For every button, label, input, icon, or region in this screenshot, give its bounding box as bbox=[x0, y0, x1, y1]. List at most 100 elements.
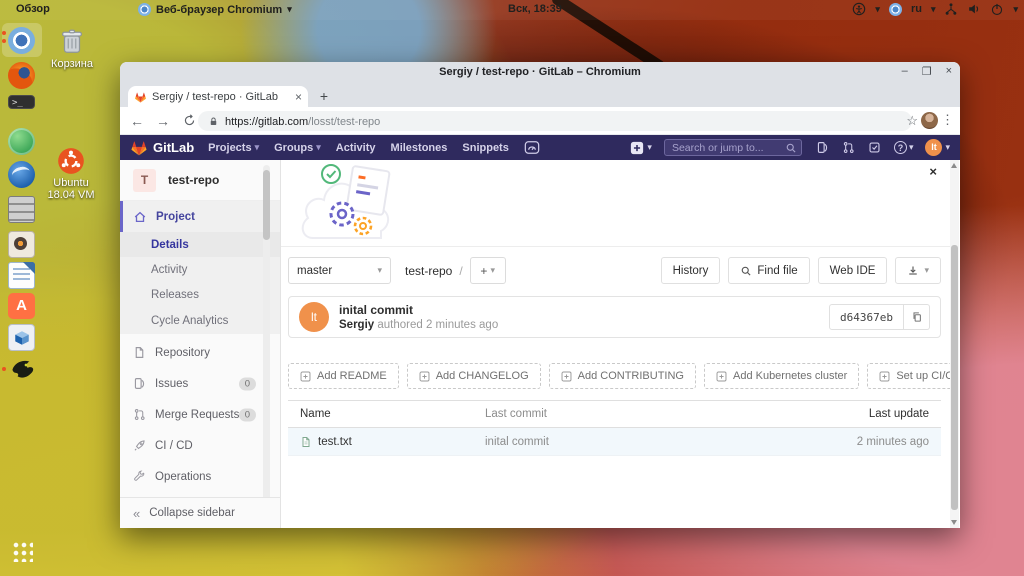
sidebar-project-header[interactable]: T test-repo bbox=[120, 160, 280, 201]
close-button[interactable]: × bbox=[946, 65, 952, 78]
dock-files-icon[interactable] bbox=[8, 196, 35, 223]
sidebar-item-releases[interactable]: Releases bbox=[120, 282, 280, 307]
breadcrumb-repo[interactable]: test-repo bbox=[405, 264, 452, 278]
trash-desktop-icon[interactable]: Корзина bbox=[40, 26, 104, 70]
file-last-commit-link[interactable]: inital commit bbox=[485, 436, 811, 448]
dock-fonts-icon[interactable]: A bbox=[8, 293, 35, 320]
sidebar-item-label: Issues bbox=[155, 378, 188, 390]
chevron-down-icon: ▾ bbox=[316, 143, 321, 152]
operations-dashboard-icon[interactable] bbox=[524, 140, 540, 155]
commit-author-avatar[interactable]: lt bbox=[299, 302, 329, 332]
commit-author-link[interactable]: Sergiy bbox=[339, 319, 374, 331]
activities-button[interactable]: Обзор bbox=[16, 3, 50, 15]
sidebar-item-operations[interactable]: Operations bbox=[120, 461, 280, 492]
collapse-sidebar-button[interactable]: « Collapse sidebar bbox=[120, 497, 281, 528]
download-icon bbox=[907, 265, 919, 277]
scroll-down-arrow[interactable] bbox=[951, 520, 957, 525]
add-file-dropdown[interactable]: + ▾ bbox=[470, 257, 506, 284]
issues-nav-icon[interactable] bbox=[816, 141, 829, 154]
dock-game-icon[interactable] bbox=[8, 356, 35, 383]
commit-title-link[interactable]: inital commit bbox=[339, 303, 498, 317]
url-path: /losst/test-repo bbox=[308, 116, 380, 128]
dock-cheese-icon[interactable] bbox=[8, 128, 35, 155]
add-readme-button[interactable]: Add README bbox=[288, 363, 399, 389]
browser-profile-avatar[interactable] bbox=[921, 112, 938, 129]
show-applications-button[interactable] bbox=[11, 540, 33, 562]
table-row[interactable]: test.txt inital commit 2 minutes ago bbox=[288, 428, 941, 456]
sidebar-item-cycle-analytics[interactable]: Cycle Analytics bbox=[120, 307, 280, 334]
search-input[interactable] bbox=[665, 140, 801, 155]
user-menu[interactable]: lt ▾ bbox=[925, 139, 950, 156]
sidebar-item-label: CI / CD bbox=[155, 440, 193, 452]
merge-requests-nav-icon[interactable] bbox=[842, 141, 855, 154]
dock-firefox-icon[interactable] bbox=[8, 62, 35, 89]
keyboard-layout-indicator[interactable]: ru bbox=[911, 3, 922, 15]
merge-request-icon bbox=[133, 408, 146, 421]
tab-close-icon[interactable]: × bbox=[295, 90, 302, 104]
copy-sha-button[interactable] bbox=[904, 304, 930, 330]
add-contributing-button[interactable]: Add CONTRIBUTING bbox=[549, 363, 696, 389]
dock-rhythmbox-icon[interactable] bbox=[8, 231, 35, 258]
browser-menu-icon[interactable]: ⋮ bbox=[941, 112, 954, 128]
find-file-button[interactable]: Find file bbox=[728, 257, 809, 284]
file-name-link[interactable]: test.txt bbox=[318, 436, 352, 448]
dock-chromium-icon[interactable] bbox=[8, 27, 35, 54]
gitlab-brand-text: GitLab bbox=[153, 140, 194, 155]
sidebar-item-ci-cd[interactable]: CI / CD bbox=[120, 430, 280, 461]
power-icon[interactable] bbox=[990, 2, 1004, 16]
dock-thunderbird-icon[interactable] bbox=[8, 161, 35, 188]
nav-snippets[interactable]: Snippets bbox=[462, 142, 508, 154]
clock[interactable]: Вск, 18:39 bbox=[508, 3, 562, 15]
gitlab-logo-link[interactable]: GitLab bbox=[130, 139, 194, 156]
sidebar-item-label: Project bbox=[156, 211, 195, 223]
sidebar-scrollbar[interactable] bbox=[263, 165, 270, 497]
sidebar-item-issues[interactable]: Issues 0 bbox=[120, 368, 280, 399]
add-changelog-button[interactable]: Add CHANGELOG bbox=[407, 363, 541, 389]
help-menu[interactable]: ? ▾ bbox=[894, 141, 914, 154]
app-menu[interactable]: Веб-браузер Chromium ▾ bbox=[138, 3, 292, 16]
scrollbar-thumb[interactable] bbox=[951, 245, 958, 510]
history-button[interactable]: History bbox=[661, 257, 721, 284]
help-icon: ? bbox=[894, 141, 907, 154]
sidebar-item-details[interactable]: Details bbox=[120, 232, 280, 257]
add-kubernetes-cluster-button[interactable]: Add Kubernetes cluster bbox=[704, 363, 859, 389]
devops-illustration bbox=[299, 162, 411, 242]
plus-square-icon bbox=[419, 371, 430, 382]
sidebar-item-activity[interactable]: Activity bbox=[120, 257, 280, 282]
web-ide-button[interactable]: Web IDE bbox=[818, 257, 888, 284]
back-button[interactable]: ← bbox=[124, 113, 150, 129]
browser-tab[interactable]: Sergiy / test-repo · GitLab × bbox=[128, 86, 308, 107]
network-icon[interactable] bbox=[944, 2, 958, 16]
set-up-ci-cd-button[interactable]: Set up CI/CD bbox=[867, 363, 951, 389]
accessibility-icon[interactable] bbox=[852, 2, 866, 16]
nav-milestones[interactable]: Milestones bbox=[391, 142, 448, 154]
page-scrollbar[interactable] bbox=[950, 160, 959, 528]
vm-desktop-icon[interactable]: Ubuntu 18.04 VM bbox=[39, 147, 103, 201]
scroll-up-arrow[interactable] bbox=[951, 163, 957, 168]
forward-button[interactable]: → bbox=[150, 113, 176, 129]
volume-icon[interactable] bbox=[967, 2, 981, 16]
sidebar-item-merge-requests[interactable]: Merge Requests 0 bbox=[120, 399, 280, 430]
url-bar[interactable]: https://gitlab.com/losst/test-repo bbox=[198, 111, 912, 131]
commit-sha[interactable]: d64367eb bbox=[829, 304, 904, 330]
new-menu-button[interactable]: ▾ bbox=[630, 141, 652, 155]
minimize-button[interactable]: – bbox=[902, 65, 908, 78]
dock-virtualbox-icon[interactable] bbox=[8, 324, 35, 351]
bookmark-star-icon[interactable]: ☆ bbox=[906, 113, 918, 129]
nav-projects[interactable]: Projects▾ bbox=[208, 142, 259, 154]
dock-libreoffice-writer-icon[interactable] bbox=[8, 262, 35, 289]
new-tab-button[interactable]: + bbox=[316, 88, 332, 104]
sidebar-scrollbar-thumb[interactable] bbox=[263, 170, 270, 240]
sidebar-item-repository[interactable]: Repository bbox=[120, 337, 280, 368]
dock-terminal-icon[interactable]: >_ bbox=[8, 95, 35, 122]
nav-activity[interactable]: Activity bbox=[336, 142, 376, 154]
nav-groups[interactable]: Groups▾ bbox=[274, 142, 321, 154]
download-source-dropdown[interactable]: ▾ bbox=[895, 257, 941, 284]
maximize-button[interactable]: ❐ bbox=[922, 65, 932, 78]
branch-selector[interactable]: master ▾ bbox=[288, 257, 391, 284]
sidebar-item-project[interactable]: Project bbox=[120, 201, 280, 232]
chromium-status-icon[interactable] bbox=[889, 3, 902, 16]
banner-close-icon[interactable]: × bbox=[929, 164, 937, 179]
window-titlebar[interactable]: Sergiy / test-repo · GitLab – Chromium –… bbox=[120, 62, 960, 84]
todos-nav-icon[interactable] bbox=[868, 141, 881, 154]
